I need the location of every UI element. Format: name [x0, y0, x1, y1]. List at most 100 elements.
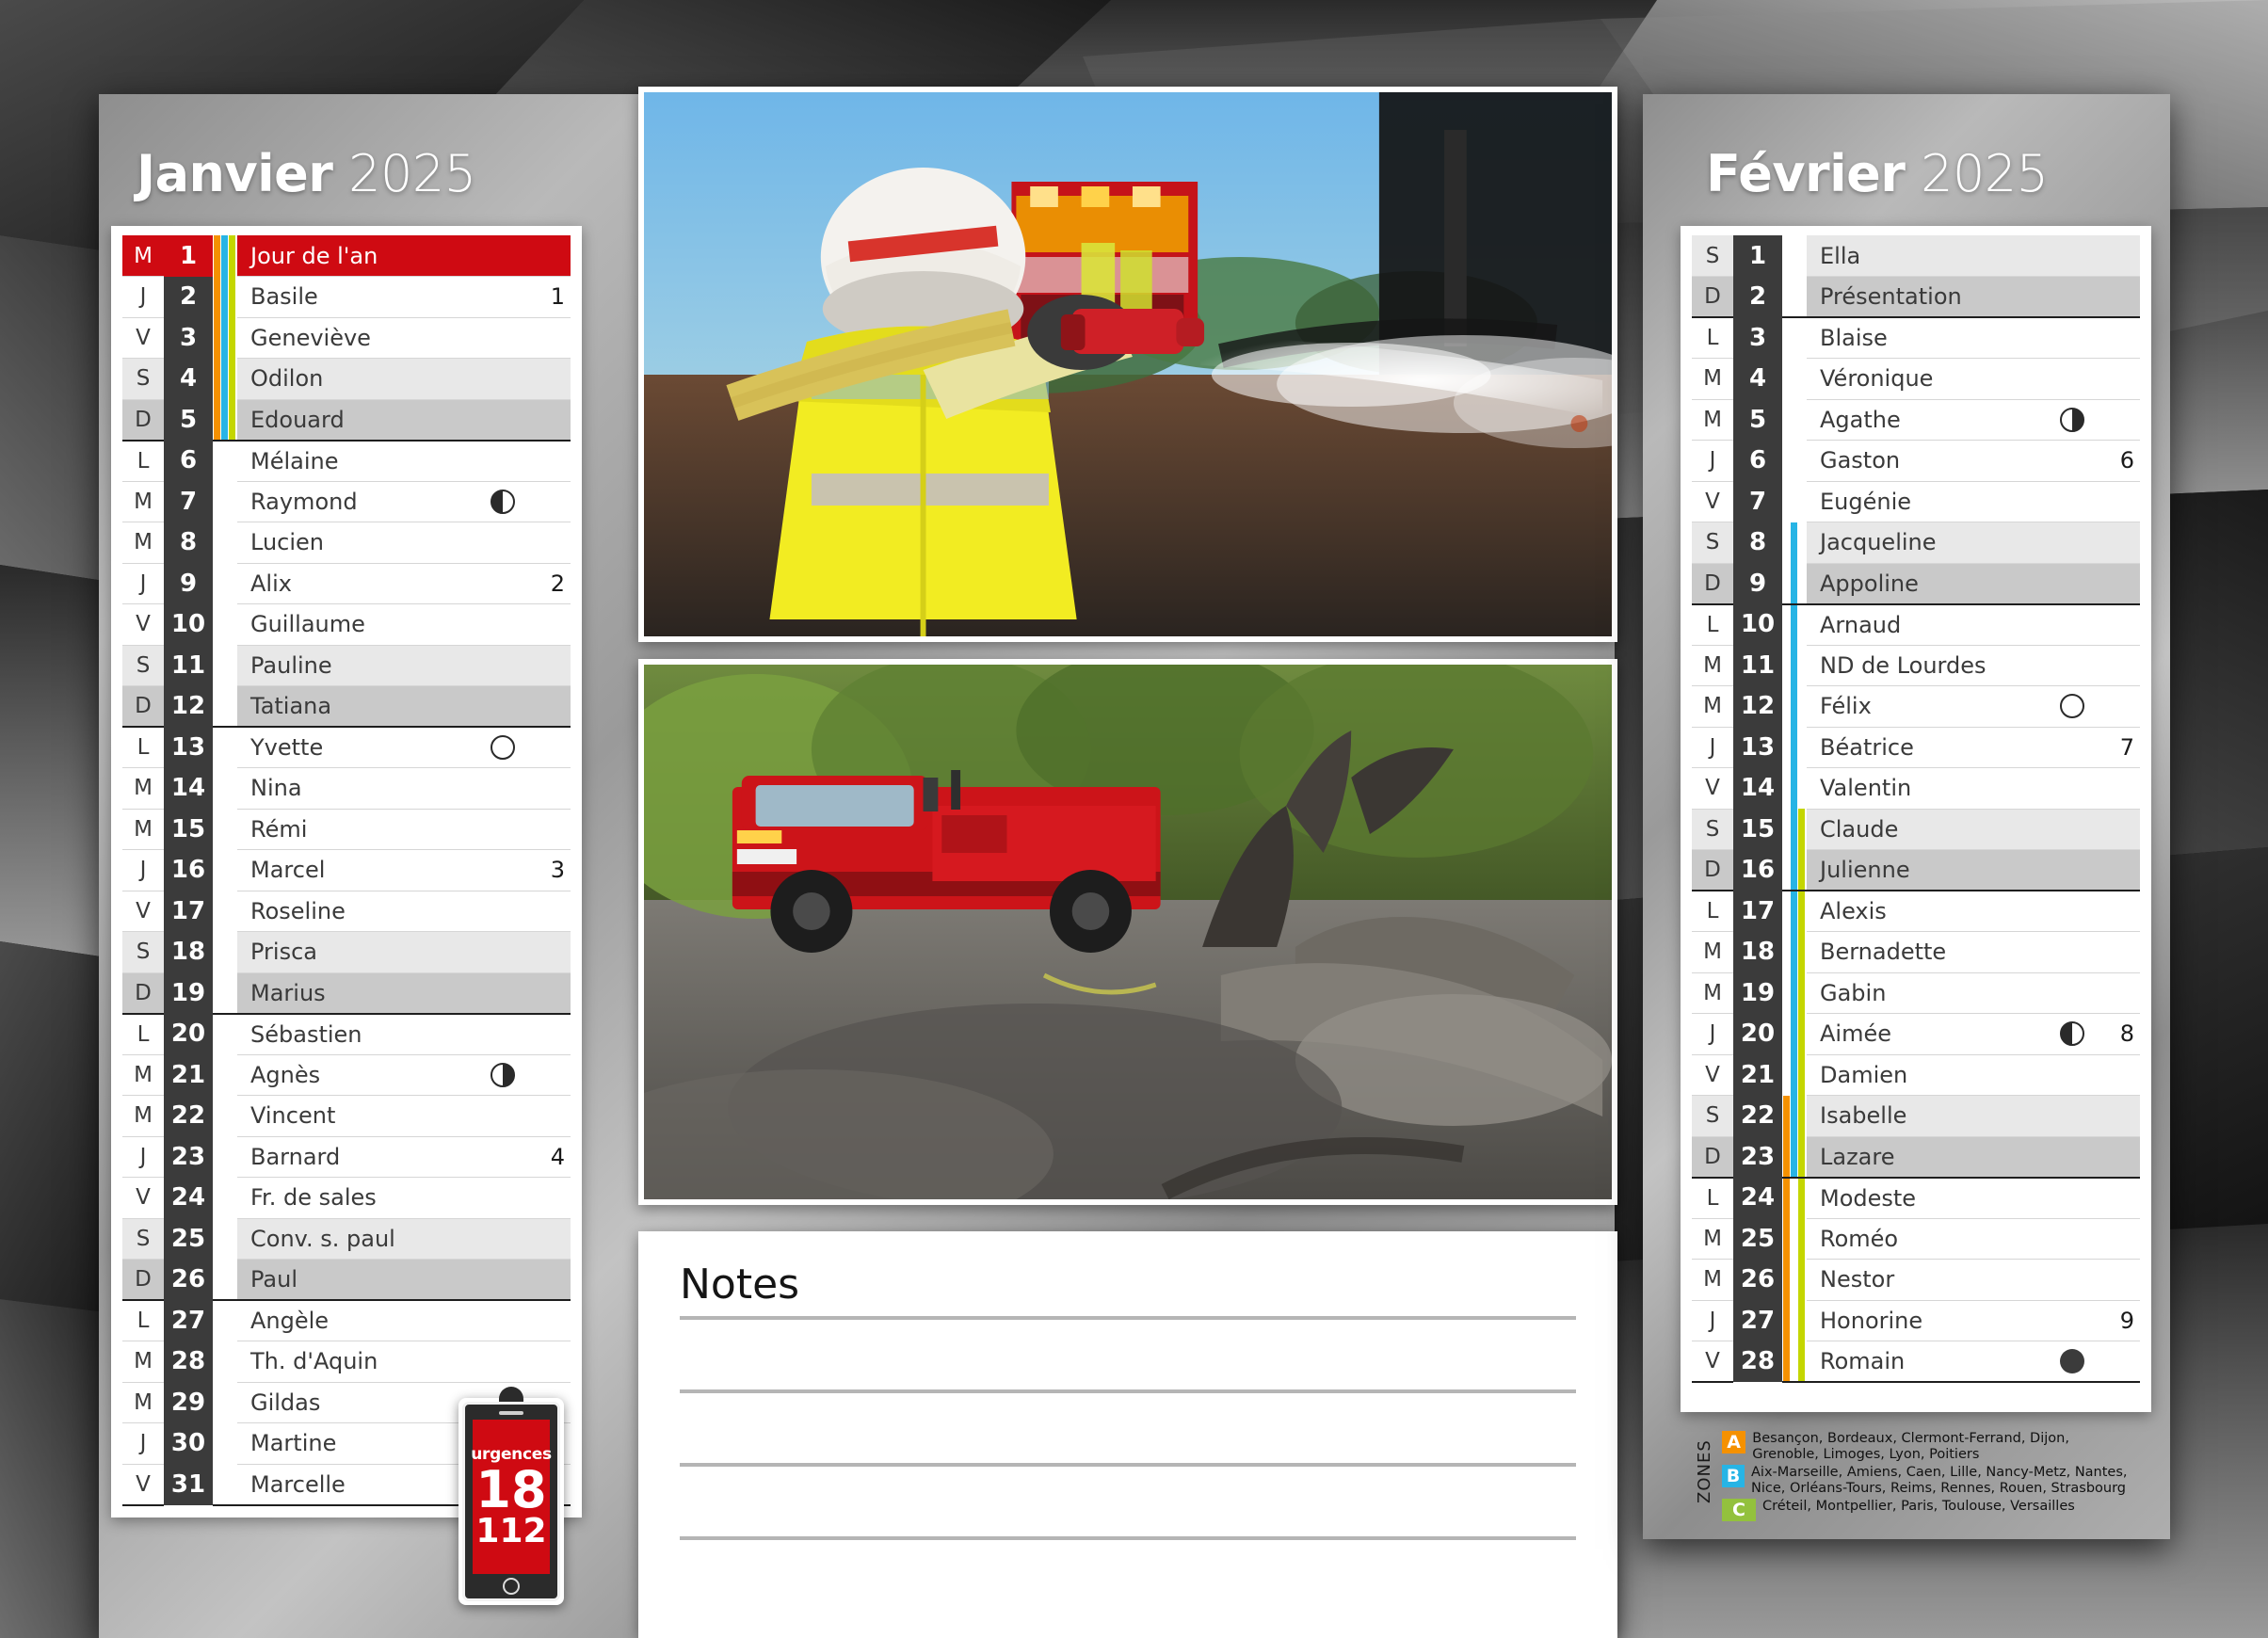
emergency-phone-badge[interactable]: urgences 18 112: [458, 1387, 564, 1605]
day-row[interactable]: M 21 Agnès: [122, 1054, 571, 1096]
vacation-zone-stripes: [213, 1259, 237, 1301]
day-row[interactable]: S 22 Isabelle: [1692, 1095, 2140, 1137]
saint-name: Barnard: [237, 1136, 478, 1178]
day-row[interactable]: L 24 Modeste: [1692, 1177, 2140, 1219]
day-row[interactable]: V 17 Roseline: [122, 891, 571, 932]
day-row[interactable]: M 11 ND de Lourdes: [1692, 645, 2140, 686]
moon-phase-cell: [2048, 276, 2097, 318]
day-row[interactable]: V 10 Guillaume: [122, 603, 571, 646]
day-row[interactable]: M 19 Gabin: [1692, 972, 2140, 1014]
zone-c-stripe: [229, 276, 235, 317]
zone-a-stripe: [1783, 1300, 1790, 1341]
day-row[interactable]: M 4 Véronique: [1692, 358, 2140, 400]
day-row[interactable]: S 11 Pauline: [122, 645, 571, 686]
day-number: 14: [164, 767, 213, 809]
moon-first-icon: [491, 1062, 515, 1087]
day-row[interactable]: V 7 Eugénie: [1692, 481, 2140, 522]
day-number: 8: [1733, 522, 1782, 563]
day-row[interactable]: S 4 Odilon: [122, 358, 571, 400]
day-row[interactable]: V 28 Romain: [1692, 1341, 2140, 1383]
day-row[interactable]: L 27 Angèle: [122, 1300, 571, 1341]
day-row[interactable]: J 20 Aimée 8: [1692, 1013, 2140, 1055]
day-row[interactable]: M 8 Lucien: [122, 522, 571, 564]
day-row[interactable]: V 21 Damien: [1692, 1054, 2140, 1096]
day-row[interactable]: M 18 Bernadette: [1692, 931, 2140, 973]
day-row[interactable]: M 22 Vincent: [122, 1095, 571, 1137]
day-row[interactable]: J 9 Alix 2: [122, 563, 571, 604]
day-number: 9: [1733, 563, 1782, 604]
day-row[interactable]: J 6 Gaston 6: [1692, 440, 2140, 482]
day-row[interactable]: M 12 Félix: [1692, 685, 2140, 728]
day-row[interactable]: M 1 Jour de l'an: [122, 235, 571, 277]
day-row[interactable]: D 23 Lazare: [1692, 1136, 2140, 1179]
day-row[interactable]: M 5 Agathe: [1692, 399, 2140, 441]
moon-phase-cell: [478, 522, 527, 564]
day-row[interactable]: M 25 Roméo: [1692, 1218, 2140, 1260]
zone-c-stripe: [1798, 1013, 1805, 1054]
day-row[interactable]: D 9 Appoline: [1692, 563, 2140, 605]
day-number: 28: [1733, 1341, 1782, 1382]
zone-c-stripe: [1798, 1054, 1805, 1096]
saint-name: Honorine: [1807, 1300, 2048, 1341]
day-row[interactable]: J 2 Basile 1: [122, 276, 571, 318]
day-row[interactable]: D 2 Présentation: [1692, 276, 2140, 318]
vacation-zone-stripes: [1782, 727, 1807, 768]
vacation-zone-stripes: [213, 481, 237, 522]
vacation-zone-stripes: [213, 1096, 237, 1137]
day-row[interactable]: L 3 Blaise: [1692, 317, 2140, 359]
day-row[interactable]: L 13 Yvette: [122, 727, 571, 768]
day-row[interactable]: L 10 Arnaud: [1692, 603, 2140, 646]
saint-name: Alix: [237, 563, 478, 604]
saint-name: Marius: [237, 972, 478, 1015]
notes-card[interactable]: Notes: [638, 1231, 1617, 1638]
day-row[interactable]: L 17 Alexis: [1692, 891, 2140, 932]
day-row[interactable]: S 25 Conv. s. paul: [122, 1218, 571, 1260]
saint-name: Guillaume: [237, 603, 478, 646]
week-number: [2097, 931, 2140, 973]
zone-c-stripe: [1798, 1341, 1805, 1381]
zone-b-stripe: [1791, 1013, 1797, 1054]
notes-line: [680, 1389, 1576, 1394]
january-day-table: M 1 Jour de l'an J 2 Basile 1 V 3 Geneviève S 4 Odil…: [122, 235, 571, 1506]
day-row[interactable]: L 20 Sébastien: [122, 1013, 571, 1055]
day-row[interactable]: J 27 Honorine 9: [1692, 1300, 2140, 1341]
day-row[interactable]: J 16 Marcel 3: [122, 849, 571, 891]
day-row[interactable]: S 15 Claude: [1692, 809, 2140, 850]
vacation-zone-stripes: [213, 317, 237, 359]
day-row[interactable]: D 19 Marius: [122, 972, 571, 1015]
day-of-week: L: [1692, 317, 1733, 359]
day-row[interactable]: D 16 Julienne: [1692, 849, 2140, 891]
day-row[interactable]: D 5 Edouard: [122, 399, 571, 442]
moon-phase-cell: [478, 767, 527, 810]
moon-phase-cell: [2048, 727, 2097, 768]
day-row[interactable]: M 28 Th. d'Aquin: [122, 1341, 571, 1383]
day-number: 11: [164, 645, 213, 686]
week-number: [2097, 1177, 2140, 1219]
zone-c-stripe: [1798, 1259, 1805, 1300]
day-row[interactable]: D 26 Paul: [122, 1259, 571, 1301]
moon-phase-cell: [2048, 358, 2097, 400]
day-row[interactable]: L 6 Mélaine: [122, 440, 571, 482]
vacation-zone-stripes: [1782, 1136, 1807, 1179]
day-row[interactable]: D 12 Tatiana: [122, 685, 571, 728]
day-row[interactable]: S 18 Prisca: [122, 931, 571, 973]
day-row[interactable]: M 15 Rémi: [122, 809, 571, 850]
day-row[interactable]: V 14 Valentin: [1692, 767, 2140, 810]
day-row[interactable]: V 24 Fr. de sales: [122, 1177, 571, 1219]
zone-badge-a: A: [1722, 1431, 1746, 1453]
day-row[interactable]: M 7 Raymond: [122, 481, 571, 522]
day-of-week: M: [122, 767, 164, 810]
day-row[interactable]: S 8 Jacqueline: [1692, 522, 2140, 564]
day-row[interactable]: J 23 Barnard 4: [122, 1136, 571, 1178]
day-row[interactable]: J 13 Béatrice 7: [1692, 727, 2140, 768]
day-row[interactable]: M 14 Nina: [122, 767, 571, 810]
day-row[interactable]: M 26 Nestor: [1692, 1259, 2140, 1301]
photo-fire-truck-hillside: [638, 659, 1617, 1205]
week-number: [527, 891, 571, 932]
saint-name: Véronique: [1807, 358, 2048, 400]
vacation-zone-stripes: [1782, 604, 1807, 645]
january-year: 2025: [348, 144, 476, 203]
day-number: 1: [1733, 235, 1782, 277]
day-row[interactable]: S 1 Ella: [1692, 235, 2140, 277]
day-row[interactable]: V 3 Geneviève: [122, 317, 571, 359]
